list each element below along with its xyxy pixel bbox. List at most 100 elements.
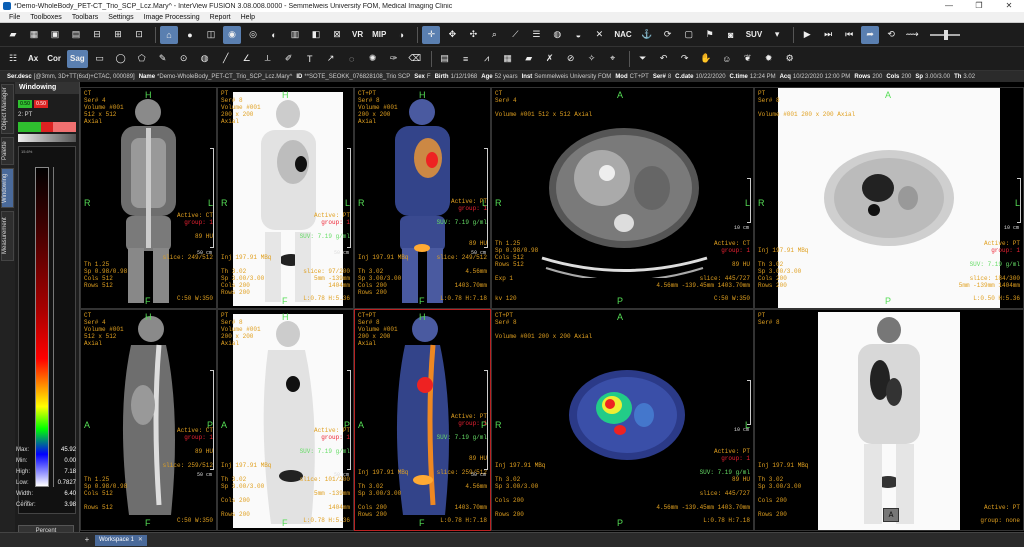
viewport-pt-axial[interactable]: PT Ser# 8 Volume #001 200 x 200 Axial A … bbox=[754, 87, 1024, 309]
menu-toolbars[interactable]: Toolbars bbox=[67, 14, 103, 21]
save-icon[interactable]: ▣ bbox=[46, 26, 64, 44]
capture-icon[interactable]: ◎ bbox=[244, 26, 262, 44]
rect-roi-icon[interactable]: ▭ bbox=[91, 50, 109, 68]
polygon-roi-icon[interactable]: ⬠ bbox=[133, 50, 151, 68]
select-icon[interactable]: ⌖ bbox=[604, 50, 622, 68]
nac-button[interactable]: NAC bbox=[611, 26, 634, 44]
contour-icon[interactable]: ◌ bbox=[343, 50, 361, 68]
crosshair-icon[interactable]: ✛ bbox=[422, 25, 441, 44]
volume-icon[interactable]: ▰ bbox=[520, 50, 538, 68]
lock-icon[interactable]: ⌂ bbox=[160, 25, 178, 44]
close-tab-icon[interactable]: ✕ bbox=[138, 535, 143, 546]
sagittal-view-button[interactable]: Sag bbox=[67, 49, 88, 68]
ruler-icon[interactable]: ⟂ bbox=[259, 50, 277, 68]
segment-icon[interactable]: ▤ bbox=[436, 50, 454, 68]
viewport-pt-sagittal[interactable]: PT Ser# 8 Volume #001 200 x 200 Axial H … bbox=[217, 309, 354, 531]
lesion-icon[interactable]: ✹ bbox=[760, 50, 778, 68]
roi-icon[interactable]: ◧ bbox=[307, 26, 325, 44]
high-preset-button[interactable]: 0.50 bbox=[34, 100, 48, 108]
histogram-icon[interactable]: ▥ bbox=[286, 26, 304, 44]
clear-icon[interactable]: ⊘ bbox=[562, 50, 580, 68]
invert-icon[interactable]: ◒ bbox=[569, 26, 587, 44]
tab-windowing[interactable]: Windowing bbox=[1, 168, 14, 208]
table-icon[interactable]: ▦ bbox=[499, 50, 517, 68]
anchor-icon[interactable]: ⚓ bbox=[638, 26, 656, 44]
axial-view-button[interactable]: Ax bbox=[25, 50, 41, 68]
speed-slider[interactable] bbox=[930, 29, 961, 40]
series-icon[interactable]: ⊡ bbox=[130, 26, 148, 44]
ct-window-bar[interactable] bbox=[18, 134, 76, 142]
organ-icon[interactable]: ❦ bbox=[739, 50, 757, 68]
dropdown-icon[interactable]: ▾ bbox=[768, 26, 786, 44]
list-icon[interactable]: ☰ bbox=[527, 26, 545, 44]
magic-icon[interactable]: ✧ bbox=[583, 50, 601, 68]
viewport-ct-coronal[interactable]: CT Ser# 4 Volume #001 512 x 512 Axial H … bbox=[80, 87, 217, 309]
menu-help[interactable]: Help bbox=[236, 14, 260, 21]
speed-icon[interactable]: ⟿ bbox=[903, 26, 921, 44]
viewport-pt-coronal[interactable]: PT Ser# 8 Volume #001 200 x 200 Axial H … bbox=[217, 87, 354, 309]
menu-image-processing[interactable]: Image Processing bbox=[139, 14, 205, 21]
grid-icon[interactable]: ▦ bbox=[25, 26, 43, 44]
delete-icon[interactable]: ✗ bbox=[541, 50, 559, 68]
viewport-fusion-axial[interactable]: CT+PT Ser# 8 Volume #001 200 x 200 Axial… bbox=[491, 309, 754, 531]
tab-object-manager[interactable]: Object Manager bbox=[1, 84, 14, 134]
padlock-icon[interactable]: ▢ bbox=[680, 26, 698, 44]
viewport-ct-sagittal[interactable]: CT Ser# 4 Volume #001 512 x 512 Axial H … bbox=[80, 309, 217, 531]
redo-icon[interactable]: ↷ bbox=[676, 50, 694, 68]
zoom-icon[interactable]: ⌕ bbox=[485, 26, 503, 44]
eraser-icon[interactable]: ⌫ bbox=[406, 50, 424, 68]
menu-report[interactable]: Report bbox=[205, 14, 236, 21]
add-workspace-button[interactable]: + bbox=[82, 535, 92, 545]
menu-toolboxes[interactable]: Toolboxes bbox=[25, 14, 67, 21]
play-icon[interactable]: ▶ bbox=[798, 26, 816, 44]
pet-window-bar[interactable] bbox=[18, 122, 76, 132]
body-icon[interactable]: ☺ bbox=[718, 50, 736, 68]
maximize-button[interactable]: ❐ bbox=[964, 0, 994, 12]
threshold-icon[interactable]: ≡ bbox=[457, 50, 475, 68]
menu-file[interactable]: File bbox=[4, 14, 25, 21]
rotate-icon[interactable]: ⟳ bbox=[659, 26, 677, 44]
angle-icon[interactable]: ∠ bbox=[238, 50, 256, 68]
tab-palette[interactable]: Palette bbox=[1, 137, 14, 165]
reset-icon[interactable]: ✕ bbox=[590, 26, 608, 44]
measure-icon[interactable]: ⟋ bbox=[506, 26, 524, 44]
forward-icon[interactable]: ➦ bbox=[861, 25, 880, 44]
fusion-icon[interactable]: ◑ bbox=[392, 26, 410, 44]
graph-icon[interactable]: ⊠ bbox=[328, 26, 346, 44]
prev-icon[interactable]: ⏮ bbox=[840, 26, 858, 44]
open-folder-icon[interactable]: ▰ bbox=[4, 26, 22, 44]
text-icon[interactable]: T bbox=[301, 50, 319, 68]
region-grow-icon[interactable]: ✺ bbox=[364, 50, 382, 68]
viewport-fusion-coronal[interactable]: CT+PT Ser# 8 Volume #001 200 x 200 Axial… bbox=[354, 87, 491, 309]
next-icon[interactable]: ⏭ bbox=[819, 26, 837, 44]
viewport-pt-mip[interactable]: PT Ser# 8 Inj 197.91 MBq Th 3.02 Sp 3.00… bbox=[754, 309, 1024, 531]
workspace-tab[interactable]: Workspace 1 ✕ bbox=[95, 534, 147, 546]
layout-icon[interactable]: ⊞ bbox=[109, 26, 127, 44]
window-level-icon[interactable]: ◐ bbox=[265, 26, 283, 44]
move-icon[interactable]: ✥ bbox=[443, 26, 461, 44]
viewport-ct-axial[interactable]: CT Ser# 4 Volume #001 512 x 512 Axial A … bbox=[491, 87, 754, 309]
brush-icon[interactable]: ✑ bbox=[385, 50, 403, 68]
hand-icon[interactable]: ✋ bbox=[697, 50, 715, 68]
mip-orientation-button[interactable]: A bbox=[883, 508, 899, 522]
flag-icon[interactable]: ⚑ bbox=[701, 26, 719, 44]
line-icon[interactable]: ╱ bbox=[217, 50, 235, 68]
vr-button[interactable]: VR bbox=[349, 26, 366, 44]
export-icon[interactable]: ▤ bbox=[67, 26, 85, 44]
color-icon[interactable]: ◍ bbox=[548, 26, 566, 44]
sync-icon[interactable]: ◉ bbox=[223, 25, 241, 44]
chart-icon[interactable]: ⩘ bbox=[478, 50, 496, 68]
filter-icon[interactable]: ⏷ bbox=[634, 50, 652, 68]
cine-icon[interactable]: ◫ bbox=[202, 26, 220, 44]
menu-settings[interactable]: Settings bbox=[103, 14, 138, 21]
pen-icon[interactable]: ✐ bbox=[280, 50, 298, 68]
settings-icon[interactable]: ⚙ bbox=[781, 50, 799, 68]
sphere-icon[interactable]: ◍ bbox=[196, 50, 214, 68]
pan-icon[interactable]: ✣ bbox=[464, 26, 482, 44]
camera-icon[interactable]: ◙ bbox=[722, 26, 740, 44]
low-preset-button[interactable]: 0.50 bbox=[18, 100, 32, 108]
color-lut-bar[interactable] bbox=[35, 167, 49, 487]
arrow-icon[interactable]: ↗ bbox=[322, 50, 340, 68]
undo-icon[interactable]: ↶ bbox=[655, 50, 673, 68]
freehand-icon[interactable]: ✎ bbox=[154, 50, 172, 68]
